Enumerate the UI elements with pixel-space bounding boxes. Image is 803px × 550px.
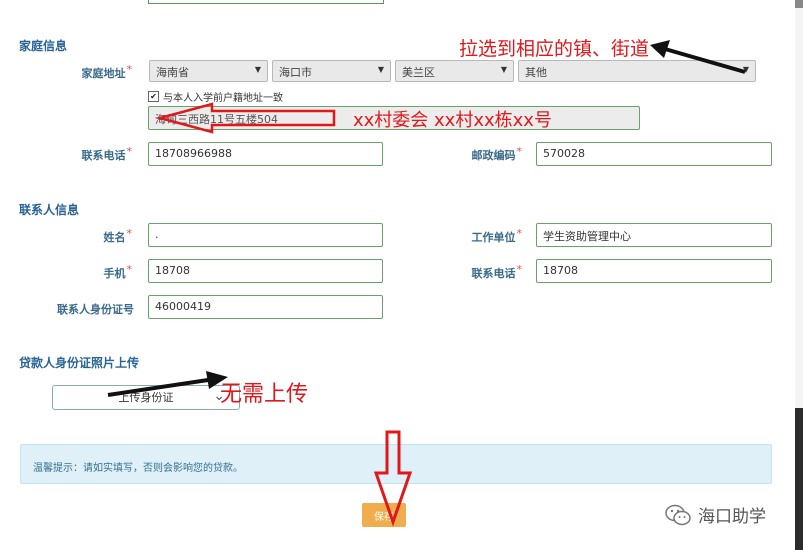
watermark-text: 海口助学: [698, 507, 766, 527]
annotation-arrows: [107, 40, 746, 527]
right-edge-strip: [795, 0, 803, 550]
wechat-icon: [665, 504, 691, 525]
arrow-to-save-button: [373, 430, 413, 527]
watermark: 海口助学: [664, 502, 766, 527]
arrow-to-address-input: [155, 102, 336, 134]
arrow-to-town-select: [650, 40, 746, 74]
arrow-to-upload-button: [107, 371, 228, 397]
